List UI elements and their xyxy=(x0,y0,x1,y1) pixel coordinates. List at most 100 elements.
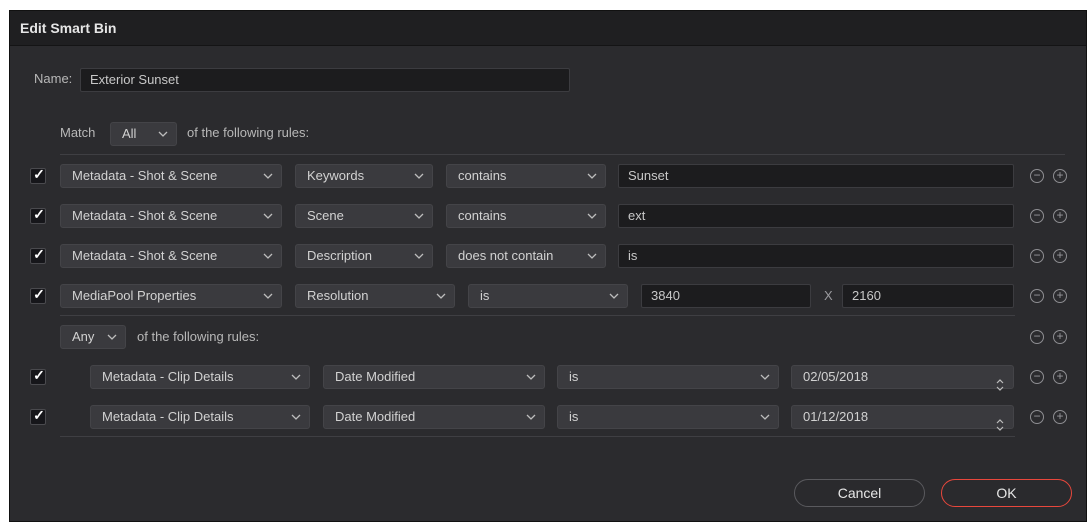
plus-circle-icon: + xyxy=(1056,288,1064,302)
remove-rule-2-button[interactable]: − xyxy=(1030,209,1044,223)
subrule-1-date-value: 02/05/2018 xyxy=(803,369,869,384)
chevron-down-icon xyxy=(263,245,273,267)
remove-group-button[interactable]: − xyxy=(1030,330,1044,344)
chevron-down-icon xyxy=(526,406,536,428)
name-label: Name: xyxy=(34,71,73,86)
chevron-down-icon xyxy=(587,245,597,267)
subgroup-match-select[interactable]: Any xyxy=(60,325,126,349)
subrule-1-category-value: Metadata - Clip Details xyxy=(102,369,234,384)
chevron-down-icon xyxy=(291,406,301,428)
check-icon: ✓ xyxy=(33,166,45,182)
resolution-x-label: X xyxy=(824,288,833,303)
minus-circle-icon: − xyxy=(1033,248,1041,262)
rule-2-operator-value: contains xyxy=(458,208,507,223)
rule-4-category-value: MediaPool Properties xyxy=(72,288,197,303)
add-group-button[interactable]: + xyxy=(1053,330,1067,344)
rule-3-value-input[interactable]: is xyxy=(618,244,1014,268)
chevron-down-icon xyxy=(526,366,536,388)
ok-button[interactable]: OK xyxy=(941,479,1072,507)
check-icon: ✓ xyxy=(33,246,45,262)
rule-4-height-input[interactable]: 2160 xyxy=(842,284,1014,308)
remove-subrule-2-button[interactable]: − xyxy=(1030,410,1044,424)
subrule-1-checkbox[interactable]: ✓ xyxy=(30,367,46,385)
chevron-down-icon xyxy=(291,366,301,388)
rule-2-value-input[interactable]: ext xyxy=(618,204,1014,228)
chevron-down-icon xyxy=(436,285,446,307)
rule-3-operator-select[interactable]: does not contain xyxy=(446,244,606,268)
chevron-down-icon xyxy=(263,165,273,187)
rule-1-operator-select[interactable]: contains xyxy=(446,164,606,188)
remove-rule-1-button[interactable]: − xyxy=(1030,169,1044,183)
rule-4-operator-select[interactable]: is xyxy=(468,284,628,308)
rule-1-category-select[interactable]: Metadata - Shot & Scene xyxy=(60,164,282,188)
rule-2-category-select[interactable]: Metadata - Shot & Scene xyxy=(60,204,282,228)
check-icon: ✓ xyxy=(33,286,45,302)
plus-circle-icon: + xyxy=(1056,409,1064,423)
rule-3-field-select[interactable]: Description xyxy=(295,244,433,268)
cancel-button[interactable]: Cancel xyxy=(794,479,925,507)
rule-2-field-value: Scene xyxy=(307,208,344,223)
add-rule-1-button[interactable]: + xyxy=(1053,169,1067,183)
chevron-down-icon xyxy=(760,406,770,428)
minus-circle-icon: − xyxy=(1033,168,1041,182)
subrule-2-category-select[interactable]: Metadata - Clip Details xyxy=(90,405,310,429)
chevron-down-icon xyxy=(263,285,273,307)
chevron-down-icon xyxy=(414,205,424,227)
remove-rule-3-button[interactable]: − xyxy=(1030,249,1044,263)
plus-circle-icon: + xyxy=(1056,248,1064,262)
rule-4-field-select[interactable]: Resolution xyxy=(295,284,455,308)
subrule-1-category-select[interactable]: Metadata - Clip Details xyxy=(90,365,310,389)
rule-1-checkbox[interactable]: ✓ xyxy=(30,166,46,184)
match-select[interactable]: All xyxy=(110,122,177,146)
subrule-2-operator-select[interactable]: is xyxy=(557,405,779,429)
subrule-2-field-value: Date Modified xyxy=(335,409,416,424)
minus-circle-icon: − xyxy=(1033,369,1041,383)
rule-2-field-select[interactable]: Scene xyxy=(295,204,433,228)
match-suffix: of the following rules: xyxy=(187,125,310,140)
subrule-1-date-stepper[interactable]: 02/05/2018 xyxy=(791,365,1014,391)
rule-4-field-value: Resolution xyxy=(307,288,369,303)
subrule-2-date-stepper[interactable]: 01/12/2018 xyxy=(791,405,1014,431)
rule-1-value-input[interactable]: Sunset xyxy=(618,164,1014,188)
add-rule-4-button[interactable]: + xyxy=(1053,289,1067,303)
edit-smart-bin-dialog: Edit Smart Bin Name: Exterior Sunset Mat… xyxy=(9,10,1087,522)
chevron-down-icon xyxy=(587,165,597,187)
plus-circle-icon: + xyxy=(1056,369,1064,383)
subrule-2-category-value: Metadata - Clip Details xyxy=(102,409,234,424)
dialog-title: Edit Smart Bin xyxy=(10,11,1086,46)
subrule-2-checkbox[interactable]: ✓ xyxy=(30,407,46,425)
rule-3-category-select[interactable]: Metadata - Shot & Scene xyxy=(60,244,282,268)
subgroup-suffix: of the following rules: xyxy=(137,329,260,344)
updown-chevron-icon xyxy=(995,366,1005,391)
remove-subrule-1-button[interactable]: − xyxy=(1030,370,1044,384)
add-subrule-2-button[interactable]: + xyxy=(1053,410,1067,424)
rule-3-checkbox[interactable]: ✓ xyxy=(30,246,46,264)
add-rule-2-button[interactable]: + xyxy=(1053,209,1067,223)
add-subrule-1-button[interactable]: + xyxy=(1053,370,1067,384)
subrule-2-field-select[interactable]: Date Modified xyxy=(323,405,545,429)
chevron-down-icon xyxy=(414,245,424,267)
rule-4-width-input[interactable]: 3840 xyxy=(641,284,811,308)
rule-4-category-select[interactable]: MediaPool Properties xyxy=(60,284,282,308)
subrule-1-operator-select[interactable]: is xyxy=(557,365,779,389)
chevron-down-icon xyxy=(107,326,117,348)
subrule-1-field-select[interactable]: Date Modified xyxy=(323,365,545,389)
rule-2-category-value: Metadata - Shot & Scene xyxy=(72,208,218,223)
divider xyxy=(60,436,1015,437)
divider xyxy=(60,154,1065,155)
minus-circle-icon: − xyxy=(1033,208,1041,222)
rule-1-field-select[interactable]: Keywords xyxy=(295,164,433,188)
remove-rule-4-button[interactable]: − xyxy=(1030,289,1044,303)
match-select-value: All xyxy=(122,126,137,141)
add-rule-3-button[interactable]: + xyxy=(1053,249,1067,263)
rule-4-checkbox[interactable]: ✓ xyxy=(30,286,46,304)
check-icon: ✓ xyxy=(33,367,45,383)
rule-3-field-value: Description xyxy=(307,248,373,263)
rule-1-field-value: Keywords xyxy=(307,168,365,183)
plus-circle-icon: + xyxy=(1056,329,1064,343)
name-input[interactable]: Exterior Sunset xyxy=(80,68,570,92)
subrule-2-operator-value: is xyxy=(569,409,579,424)
rule-2-operator-select[interactable]: contains xyxy=(446,204,606,228)
rule-2-checkbox[interactable]: ✓ xyxy=(30,206,46,224)
rule-3-operator-value: does not contain xyxy=(458,248,554,263)
